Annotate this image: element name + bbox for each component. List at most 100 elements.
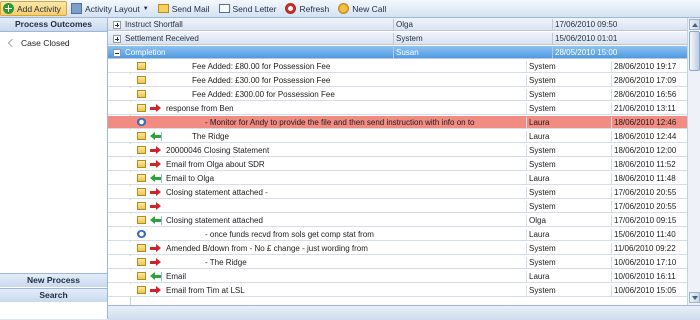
activity-user: System [526,145,607,156]
send-mail-button[interactable]: Send Mail [156,1,215,16]
activity-row[interactable]: Email Laura 10/06/2010 16:11 [108,270,687,283]
activity-row[interactable]: Email from Olga about SDR System 18/06/201… [108,158,687,171]
activity-user: Laura [526,131,607,142]
note-icon [137,286,146,294]
note-icon [137,90,146,98]
activity-user: Laura [526,173,607,184]
letter-icon [218,4,230,13]
note-icon [137,76,146,84]
activity-date: 17/06/2010 09:15 [611,215,687,226]
activity-date: 17/06/2010 20:55 [611,201,687,212]
activity-row[interactable]: Fee Added: £80.00 for Possession Fee Syst… [108,60,687,73]
refresh-icon [285,3,297,14]
refresh-button[interactable]: Refresh [283,1,334,16]
incoming-arrow-icon [150,174,162,183]
new-process-button[interactable]: New Process [0,273,107,287]
clock-icon [137,230,146,238]
toolbar: Add Activity Activity Layout ▼ Send Mail… [0,0,700,18]
outgoing-arrow-icon [150,188,161,197]
activity-row[interactable]: System 17/06/2010 20:55 [108,200,687,213]
activity-date: 10/06/2010 17:10 [611,257,687,268]
group-row-settlement-received[interactable]: Settlement Received System 15/06/2010 01… [108,32,687,45]
outcome-item-case-closed[interactable]: Case Closed [0,32,107,48]
collapse-icon[interactable] [113,49,121,57]
activity-row[interactable]: - Monitor for Andy to provide the file a… [108,116,687,129]
search-button[interactable]: Search [0,288,107,302]
activity-row[interactable]: Fee Added: £30.00 for Possession Fee Syst… [108,74,687,87]
scroll-up-button[interactable] [689,19,700,30]
clock-icon [137,118,146,126]
note-icon [137,258,146,266]
expand-icon[interactable] [113,35,121,43]
activity-date: 28/06/2010 17:09 [611,75,687,86]
activity-description: Email from Olga about SDR [166,160,265,169]
outgoing-arrow-icon [150,258,161,267]
activity-row[interactable]: Closing statement attached - System 17/06/… [108,186,687,199]
mail-icon [157,4,169,13]
activity-row[interactable]: Closing statement attached Olga 17/06/2010… [108,214,687,227]
layout-icon [70,3,82,14]
activity-user: Olga [526,215,607,226]
activity-date: 18/06/2010 12:00 [611,145,687,156]
activity-date: 18/06/2010 12:46 [611,117,687,128]
activity-description: response from Ben [166,104,234,113]
vertical-scrollbar[interactable] [687,18,700,305]
activity-date: 21/06/2010 13:11 [611,103,687,114]
chevron-icon [7,39,16,48]
scroll-thumb[interactable] [689,31,700,71]
scroll-down-button[interactable] [689,292,700,303]
activity-row[interactable]: 20000046 Closing Statement System 18/06/20… [108,144,687,157]
activity-description: Fee Added: £30.00 for Possession Fee [192,76,331,85]
activity-row[interactable]: response from Ben System 21/06/2010 13:11 [108,102,687,115]
group-row-completion[interactable]: Completion Susan 28/05/2010 15:00 [108,46,687,59]
activity-date: 10/06/2010 15:05 [611,285,687,296]
activity-date: 10/06/2010 16:11 [611,271,687,282]
outgoing-arrow-icon [150,146,161,155]
activity-date: 11/06/2010 09:22 [611,243,687,254]
outgoing-arrow-icon [150,286,161,295]
activity-user: System [526,89,607,100]
activity-description: Closing statement attached - [166,188,268,197]
process-outcomes-header: Process Outcomes [0,18,107,32]
incoming-arrow-icon [150,216,162,225]
send-letter-button[interactable]: Send Letter [217,1,282,16]
activity-description: The Ridge [192,132,229,141]
activity-description: - Monitor for Andy to provide the file a… [205,118,475,127]
outgoing-arrow-icon [150,244,161,253]
activity-user: Laura [526,117,607,128]
expand-icon[interactable] [113,21,121,29]
activity-user: System [526,187,607,198]
activity-date: 28/06/2010 16:56 [611,89,687,100]
activity-user: System [526,159,607,170]
add-activity-button[interactable]: Add Activity [0,1,67,16]
activity-row[interactable]: - once funds recvd from sols get comp st… [108,228,687,241]
activity-description: 20000046 Closing Statement [166,146,270,155]
activity-user: Laura [526,271,607,282]
note-icon [137,202,146,210]
activity-row[interactable]: The Ridge Laura 18/06/2010 12:44 [108,130,687,143]
activity-user: System [526,61,607,72]
activity-row[interactable]: - The Ridge System 10/06/2010 17:10 [108,256,687,269]
activity-description: Email from Tim at LSL [166,286,245,295]
note-icon [137,104,146,112]
incoming-arrow-icon [150,132,162,141]
note-icon [137,188,146,196]
activity-description: Closing statement attached [166,216,263,225]
activity-description: Fee Added: £80.00 for Possession Fee [192,62,331,71]
activity-row[interactable]: Email from Tim at LSL System 10/06/2010 15… [108,284,687,297]
new-call-button[interactable]: New Call [336,1,391,16]
activity-grid: Instruct Shortfall Olga 17/06/2010 09:50… [108,18,687,305]
activity-row[interactable]: Amended B/down from - No £ change - just… [108,242,687,255]
chevron-down-icon: ▼ [142,5,149,12]
activity-row[interactable]: Fee Added: £300.00 for Possession Fee Sys… [108,88,687,101]
activity-layout-button[interactable]: Activity Layout ▼ [69,1,154,16]
activity-description: - once funds recvd from sols get comp st… [205,230,374,239]
activity-date: 28/06/2010 19:17 [611,61,687,72]
activity-user: System [526,243,607,254]
group-row-instruct-shortfall[interactable]: Instruct Shortfall Olga 17/06/2010 09:50 [108,18,687,31]
activity-user: Laura [526,229,607,240]
phone-icon [338,3,350,14]
activity-row[interactable]: Email to Olga Laura 18/06/2010 11:48 [108,172,687,185]
outgoing-arrow-icon [150,104,161,113]
activity-user: System [526,103,607,114]
